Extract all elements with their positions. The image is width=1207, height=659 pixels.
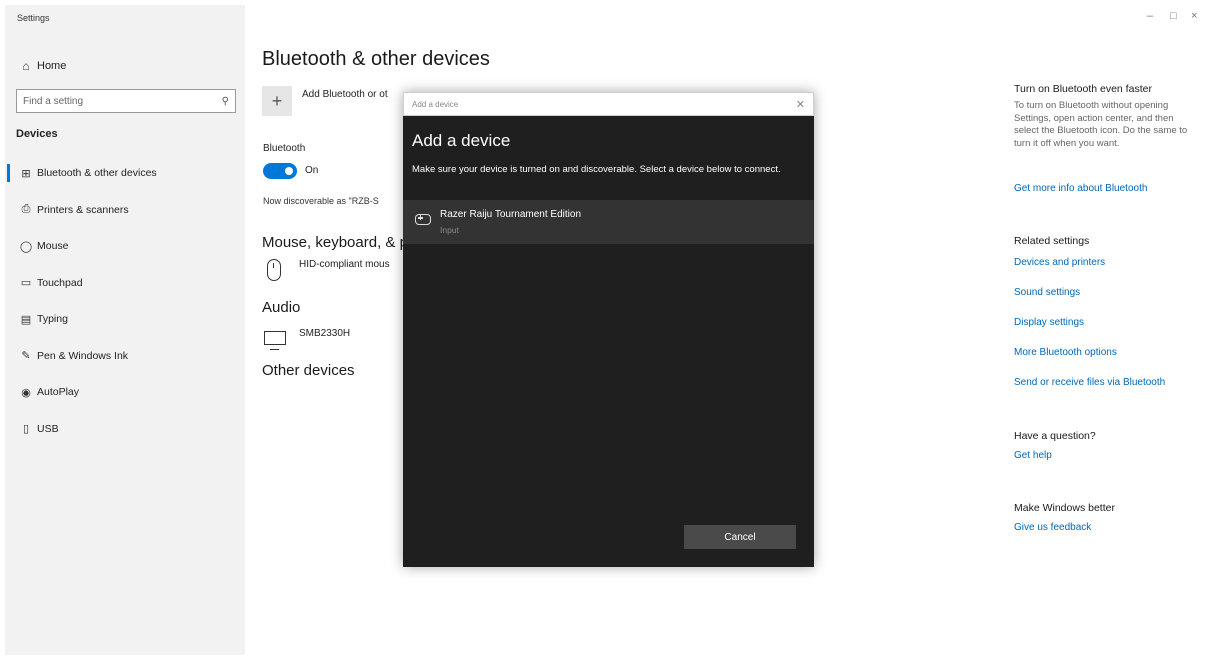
sidebar-item-mouse[interactable]: ◯ Mouse — [5, 228, 245, 265]
device-name: Razer Raiju Tournament Edition — [440, 209, 582, 220]
usb-icon: ▯ — [22, 423, 30, 436]
discoverable-text: Now discoverable as "RZB-S — [263, 196, 379, 206]
question-heading: Have a question? — [1014, 430, 1096, 442]
search-input[interactable]: Find a setting ⚲ — [16, 89, 236, 113]
sidebar-item-label: Typing — [37, 313, 68, 326]
sidebar-item-touchpad[interactable]: ▭ Touchpad — [5, 265, 245, 302]
search-icon[interactable]: ⚲ — [222, 96, 229, 107]
autoplay-icon: ◉ — [21, 386, 31, 399]
app-title: Settings — [17, 13, 50, 23]
bt-faster-heading: Turn on Bluetooth even faster — [1014, 83, 1152, 95]
bt-more-info-link[interactable]: Get more info about Bluetooth — [1014, 183, 1199, 194]
sidebar-item-label: Printers & scanners — [37, 203, 129, 216]
feedback-link[interactable]: Give us feedback — [1014, 522, 1199, 533]
sidebar-item-printers[interactable]: ⎙ Printers & scanners — [5, 192, 245, 229]
close-button[interactable]: × — [1191, 10, 1197, 22]
minimize-button[interactable]: – — [1147, 10, 1153, 22]
section-heading-audio: Audio — [262, 299, 301, 316]
sidebar-item-pen[interactable]: ✎ Pen & Windows Ink — [5, 338, 245, 375]
dialog-description: Make sure your device is turned on and d… — [412, 164, 781, 175]
sidebar-item-label: Mouse — [37, 240, 69, 253]
dialog-titlebar: Add a device ✕ — [403, 92, 814, 116]
dialog-window-title: Add a device — [412, 99, 459, 109]
monitor-icon — [264, 331, 286, 350]
add-device-button[interactable]: + — [262, 86, 292, 116]
nav-home-label: Home — [37, 60, 67, 72]
mouse-icon: ◯ — [19, 240, 33, 253]
bluetooth-toggle-state: On — [305, 165, 319, 176]
get-help-link[interactable]: Get help — [1014, 450, 1199, 461]
touchpad-icon: ▭ — [20, 277, 32, 290]
sidebar-nav: ⊞ Bluetooth & other devices ⎙ Printers &… — [5, 155, 245, 447]
bt-faster-text: To turn on Bluetooth without opening Set… — [1014, 100, 1188, 149]
make-better-heading: Make Windows better — [1014, 502, 1115, 514]
sidebar-item-usb[interactable]: ▯ USB — [5, 411, 245, 448]
link-sound-settings[interactable]: Sound settings — [1014, 287, 1199, 298]
sidebar-item-label: Touchpad — [37, 276, 83, 289]
link-send-receive-files[interactable]: Send or receive files via Bluetooth — [1014, 377, 1199, 388]
keyboard-icon: ▤ — [20, 313, 32, 326]
plus-icon: + — [271, 90, 283, 111]
sidebar-item-label: USB — [37, 422, 59, 435]
mouse-device-icon — [267, 259, 281, 281]
device-audio-name[interactable]: SMB2330H — [299, 328, 350, 339]
home-icon: ⌂ — [22, 59, 30, 73]
page-title: Bluetooth & other devices — [262, 48, 490, 70]
bluetooth-toggle[interactable] — [263, 163, 297, 179]
section-heading-mouse: Mouse, keyboard, & p — [262, 234, 408, 251]
sidebar-item-label: AutoPlay — [37, 386, 80, 399]
device-mouse-name[interactable]: HID-compliant mous — [299, 259, 390, 270]
sidebar-item-label: Pen & Windows Ink — [37, 349, 129, 362]
dialog-close-icon[interactable]: ✕ — [796, 98, 805, 111]
gamepad-icon — [415, 214, 431, 225]
printer-icon: ⎙ — [21, 203, 31, 216]
device-list-item[interactable]: Razer Raiju Tournament Edition Input — [403, 200, 814, 244]
search-placeholder: Find a setting — [23, 95, 84, 107]
sidebar-item-label: Bluetooth & other devices — [37, 167, 157, 180]
section-heading-other: Other devices — [262, 362, 355, 379]
dialog-heading: Add a device — [412, 131, 511, 150]
link-more-bluetooth-options[interactable]: More Bluetooth options — [1014, 347, 1199, 358]
maximize-button[interactable]: □ — [1170, 10, 1177, 22]
link-display-settings[interactable]: Display settings — [1014, 317, 1199, 328]
sidebar-item-autoplay[interactable]: ◉ AutoPlay — [5, 374, 245, 411]
section-label-devices: Devices — [16, 128, 58, 140]
sidebar-item-typing[interactable]: ▤ Typing — [5, 301, 245, 338]
sidebar-item-bluetooth[interactable]: ⊞ Bluetooth & other devices — [5, 155, 245, 192]
related-settings-heading: Related settings — [1014, 235, 1090, 247]
pen-icon: ✎ — [21, 350, 31, 363]
nav-home[interactable]: ⌂ Home — [15, 55, 66, 77]
bluetooth-label: Bluetooth — [263, 143, 306, 154]
device-type: Input — [440, 225, 459, 235]
bluetooth-devices-icon: ⊞ — [21, 167, 31, 180]
add-device-label[interactable]: Add Bluetooth or ot — [302, 89, 388, 100]
add-device-dialog: Add a device ✕ Add a device Make sure yo… — [403, 92, 814, 567]
cancel-button[interactable]: Cancel — [684, 525, 796, 549]
sidebar: Settings ⌂ Home Find a setting ⚲ Devices… — [5, 5, 245, 655]
link-devices-printers[interactable]: Devices and printers — [1014, 257, 1199, 268]
